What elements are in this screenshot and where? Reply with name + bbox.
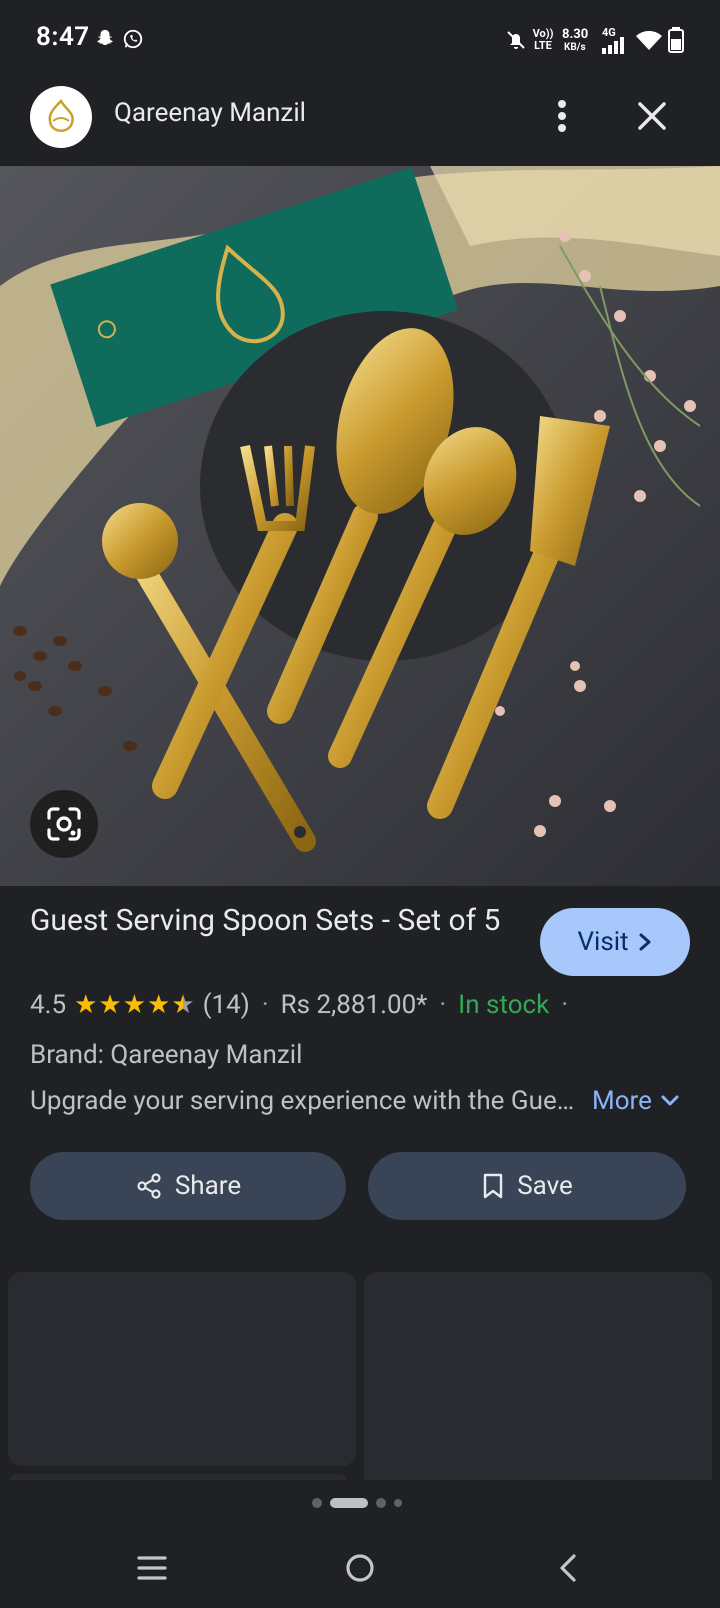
stock-status: In stock xyxy=(458,990,550,1020)
site-avatar[interactable] xyxy=(30,86,92,148)
chevron-down-icon xyxy=(661,1095,679,1106)
wifi-icon xyxy=(636,30,662,50)
save-label: Save xyxy=(517,1171,573,1201)
separator-dot: · xyxy=(439,990,447,1020)
star-icon: ★ xyxy=(74,990,98,1020)
bookmark-icon xyxy=(483,1173,503,1199)
share-label: Share xyxy=(174,1171,242,1201)
page-dot xyxy=(394,1499,402,1507)
lens-icon xyxy=(47,807,81,841)
snapchat-icon xyxy=(97,29,113,46)
more-label: More xyxy=(592,1086,652,1116)
save-button[interactable]: Save xyxy=(368,1152,686,1220)
page-dot xyxy=(376,1498,386,1508)
product-description: Upgrade your serving experience with the… xyxy=(30,1086,575,1116)
star-icon: ★ xyxy=(98,990,122,1020)
separator-dot: · xyxy=(261,990,269,1020)
related-card-placeholder[interactable] xyxy=(8,1272,356,1466)
product-price: Rs 2,881.00* xyxy=(280,990,428,1020)
signal-icon xyxy=(602,37,624,54)
close-icon[interactable] xyxy=(632,96,672,136)
product-meta-row: 4.5 ★ ★ ★ ★ ★ (14) · Rs 2,881.00* · In s… xyxy=(30,990,572,1020)
status-bar: 8:47 Vo)) LTE 8.30 KB/s 4G xyxy=(0,0,720,80)
serving-spoon-set-photo xyxy=(0,166,720,886)
google-lens-button[interactable] xyxy=(30,790,98,858)
visit-label: Visit xyxy=(577,927,629,957)
star-icon: ★ xyxy=(122,990,147,1020)
product-brand: Brand: Qareenay Manzil xyxy=(30,1040,303,1070)
half-star-icon: ★ xyxy=(171,990,195,1020)
page-dot xyxy=(312,1498,322,1508)
back-icon[interactable] xyxy=(556,1552,580,1584)
product-image[interactable] xyxy=(0,166,720,886)
status-time: 8:47 xyxy=(36,22,90,52)
page-indicator xyxy=(312,1498,402,1508)
share-icon xyxy=(137,1173,161,1199)
more-options-icon[interactable] xyxy=(544,96,580,136)
separator-dot: · xyxy=(561,990,569,1020)
battery-icon xyxy=(668,27,684,53)
visit-button[interactable]: Visit xyxy=(540,908,690,976)
product-title: Guest Serving Spoon Sets - Set of 5 xyxy=(30,903,501,938)
site-name[interactable]: Qareenay Manzil xyxy=(114,98,306,128)
more-button[interactable]: More xyxy=(592,1086,680,1116)
network-speed: 8.30 xyxy=(562,27,589,42)
whatsapp-icon xyxy=(123,29,143,49)
volte-indicator: Vo)) LTE xyxy=(532,27,554,52)
brand-logo-icon xyxy=(48,98,74,132)
rating-value: 4.5 xyxy=(30,990,67,1020)
rating-stars: ★ ★ ★ ★ ★ xyxy=(74,990,195,1020)
page-dot-active xyxy=(330,1498,368,1508)
review-count[interactable]: (14) xyxy=(203,990,250,1020)
home-icon[interactable] xyxy=(344,1552,376,1584)
share-button[interactable]: Share xyxy=(30,1152,346,1220)
mute-bell-icon xyxy=(507,31,525,49)
star-icon: ★ xyxy=(147,990,171,1020)
related-card-placeholder[interactable] xyxy=(364,1272,712,1502)
recent-apps-icon[interactable] xyxy=(136,1552,168,1584)
network-speed-unit: KB/s xyxy=(564,42,586,53)
chevron-right-icon xyxy=(639,933,651,951)
